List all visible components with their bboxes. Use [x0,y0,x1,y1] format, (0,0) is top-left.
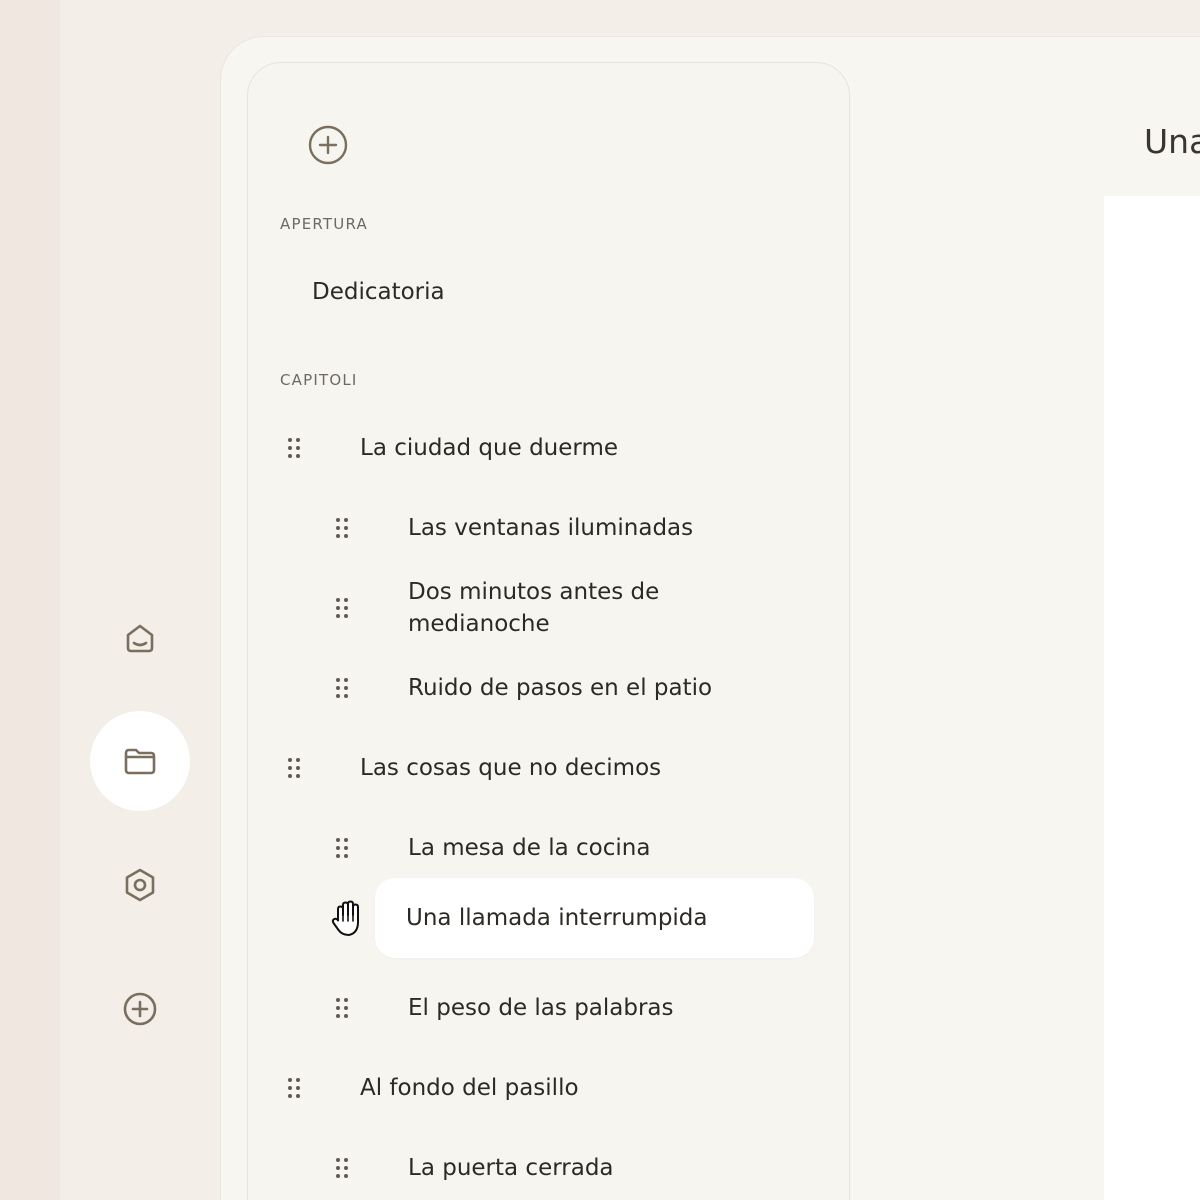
toc-item-section[interactable]: Dos minutos antes de medianoche [332,576,738,640]
folder-icon [124,748,156,775]
toc-item-label: Dos minutos antes de medianoche [408,579,660,637]
toc-item-chapter[interactable]: Las cosas que no decimos [284,752,661,784]
toc-item-section[interactable]: El peso de las palabras [332,992,674,1024]
drag-handle-icon[interactable] [284,754,304,782]
toc-item-label: La puerta cerrada [408,1155,614,1181]
drag-handle-icon[interactable] [284,1074,304,1102]
toc-item-label: El peso de las palabras [408,995,674,1021]
toc-item-label: Una llamada interrumpida [406,905,708,931]
settings-icon [125,868,155,902]
drag-handle-icon[interactable] [332,594,352,622]
folder-button[interactable] [90,711,190,811]
toc-item-chapter[interactable]: Al fondo del pasillo [284,1072,579,1104]
settings-button[interactable] [90,835,190,935]
drag-handle-icon[interactable] [332,834,352,862]
add-chapter-button[interactable] [306,123,350,167]
toc-item-chapter[interactable]: La ciudad que duerme [284,432,618,464]
front-matter-heading: APERTURA [280,215,368,233]
toc-item-label: Al fondo del pasillo [360,1075,579,1101]
document-title: Una [1144,122,1200,161]
add-icon [123,992,157,1026]
toc-item-section[interactable]: Las ventanas iluminadas [332,512,693,544]
toc-item-section[interactable]: Ruido de pasos en el patio [332,672,712,704]
toc-item-label: La ciudad que duerme [360,435,619,461]
home-icon [126,624,154,653]
document-page[interactable] [1104,196,1200,1200]
toc-item-label: La mesa de la cocina [408,835,651,861]
drag-handle-icon[interactable] [332,1154,352,1182]
drag-handle-icon[interactable] [284,434,304,462]
add-button[interactable] [90,959,190,1059]
toc-item-selected[interactable]: Una llamada interrumpida [406,902,708,934]
toc-item-section[interactable]: La mesa de la cocina [332,832,650,864]
app-rail [60,0,220,1200]
toc-item-label: Las cosas que no decimos [360,755,662,781]
drag-handle-icon[interactable] [332,994,352,1022]
left-edge-strip [0,0,60,1200]
toc-item-label: Ruido de pasos en el patio [408,675,713,701]
toc-item-section[interactable]: La puerta cerrada [332,1152,614,1184]
toc-item-label: Las ventanas iluminadas [408,515,694,541]
grab-cursor-icon [331,900,359,936]
add-circle-icon [308,125,348,165]
home-button[interactable] [90,588,190,688]
drag-handle-icon[interactable] [332,514,352,542]
drag-handle-icon[interactable] [332,674,352,702]
front-item-dedicatoria[interactable]: Dedicatoria [312,278,445,306]
chapters-heading: CAPITOLI [280,371,358,389]
